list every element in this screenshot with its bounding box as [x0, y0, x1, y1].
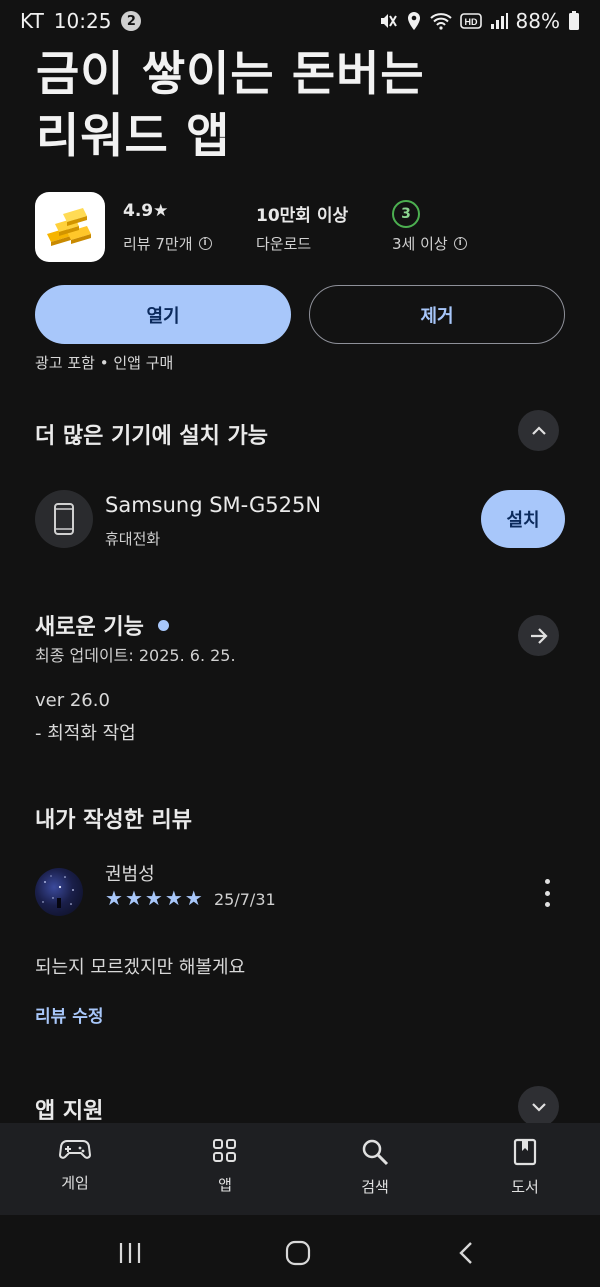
- device-type: 휴대전화: [105, 530, 161, 548]
- chevron-down-icon: [531, 1102, 546, 1112]
- gold-bars-icon: [47, 208, 91, 246]
- star-icon: ★: [105, 886, 123, 910]
- nav-apps-label: 앱: [218, 1176, 232, 1194]
- reviews-count[interactable]: 리뷰 7만개 i: [123, 233, 212, 254]
- hd-icon: HD: [459, 12, 482, 30]
- signal-icon: [490, 12, 508, 30]
- age-rating[interactable]: 3세 이상 i: [392, 233, 467, 254]
- carrier-label: KT: [20, 9, 44, 33]
- battery-percent: 88%: [515, 9, 560, 33]
- home-icon: [285, 1240, 311, 1266]
- review-date: 25/7/31: [214, 890, 276, 909]
- last-updated: 최종 업데이트: 2025. 6. 25.: [35, 646, 236, 665]
- device-name: Samsung SM-G525N: [105, 493, 322, 517]
- downloads-label: 다운로드: [256, 235, 312, 253]
- rating-value: 4.9★: [123, 201, 169, 221]
- recent-apps-button[interactable]: [110, 1236, 150, 1270]
- star-icon: ★: [124, 886, 143, 910]
- app-support-title: 앱 지원: [35, 1099, 104, 1124]
- star-icon: ★: [184, 886, 203, 910]
- install-button[interactable]: 설치: [481, 490, 565, 548]
- downloads-value: 10만회 이상: [256, 206, 349, 226]
- chevron-up-icon: [531, 425, 546, 435]
- recents-icon: [119, 1243, 141, 1263]
- review-stars: ★ ★ ★ ★ ★: [105, 886, 203, 910]
- ads-purchases-note: 광고 포함 • 인앱 구매: [35, 354, 174, 372]
- nav-apps[interactable]: 앱: [175, 1138, 275, 1195]
- status-bar-right: HD 88%: [378, 9, 580, 33]
- book-icon: [513, 1138, 537, 1166]
- edit-review-link[interactable]: 리뷰 수정: [35, 1002, 103, 1027]
- star-icon: ★: [144, 886, 163, 910]
- home-button[interactable]: [278, 1236, 318, 1270]
- review-author: 권범성: [105, 864, 155, 885]
- info-icon: i: [198, 237, 212, 250]
- more-options-icon[interactable]: [537, 879, 557, 907]
- app-title-line1: 금이 쌓이는 돈버는: [36, 47, 425, 102]
- review-text: 되는지 모르겠지만 해볼게요: [35, 957, 246, 978]
- clock: 10:25: [53, 9, 112, 33]
- avatar: [35, 868, 83, 916]
- star-icon: ★: [164, 886, 183, 910]
- search-icon: [362, 1139, 389, 1166]
- gamepad-icon: [59, 1140, 91, 1159]
- nav-books-label: 도서: [511, 1178, 539, 1196]
- nav-books[interactable]: 도서: [475, 1138, 575, 1197]
- collapse-button[interactable]: [518, 410, 559, 451]
- age-rating-label: 3세 이상: [392, 235, 448, 253]
- phone-icon-circle: [35, 490, 93, 548]
- version-text: ver 26.0: [35, 690, 110, 711]
- nav-search[interactable]: 검색: [325, 1138, 425, 1197]
- uninstall-button[interactable]: 제거: [309, 285, 565, 344]
- nav-games[interactable]: 게임: [25, 1138, 125, 1193]
- new-indicator-dot: [157, 619, 169, 631]
- info-icon: i: [453, 237, 467, 250]
- location-icon: [406, 11, 422, 31]
- back-button[interactable]: [446, 1236, 486, 1270]
- whats-new-more-button[interactable]: [518, 615, 559, 656]
- notification-count-badge: 2: [121, 11, 142, 31]
- whats-new-header: 새로운 기능: [35, 609, 169, 641]
- avatar-image: [42, 875, 74, 908]
- apps-grid-icon: [213, 1139, 236, 1162]
- open-button[interactable]: 열기: [35, 285, 291, 344]
- status-bar-left: KT 10:25 2: [20, 9, 142, 33]
- age-rating-badge: 3: [392, 200, 420, 228]
- app-icon: [35, 192, 105, 262]
- wifi-icon: [429, 12, 452, 30]
- app-title: 금이 쌓이는 돈버는 리워드 앱: [36, 44, 576, 168]
- more-devices-title: 더 많은 기기에 설치 가능: [35, 424, 269, 449]
- mute-icon: [378, 11, 398, 31]
- app-title-line2: 리워드 앱: [36, 109, 231, 164]
- expand-app-support-button[interactable]: [518, 1086, 559, 1127]
- back-icon: [459, 1242, 472, 1264]
- release-notes: - 최적화 작업: [35, 723, 136, 744]
- nav-search-label: 검색: [361, 1178, 389, 1196]
- battery-icon: [568, 11, 580, 31]
- arrow-right-icon: [530, 627, 548, 644]
- whats-new-title: 새로운 기능: [35, 615, 144, 640]
- nav-games-label: 게임: [61, 1174, 89, 1192]
- phone-icon: [54, 503, 74, 535]
- my-review-title: 내가 작성한 리뷰: [35, 808, 192, 833]
- svg-text:HD: HD: [464, 17, 477, 27]
- reviews-count-label: 리뷰 7만개: [123, 235, 193, 253]
